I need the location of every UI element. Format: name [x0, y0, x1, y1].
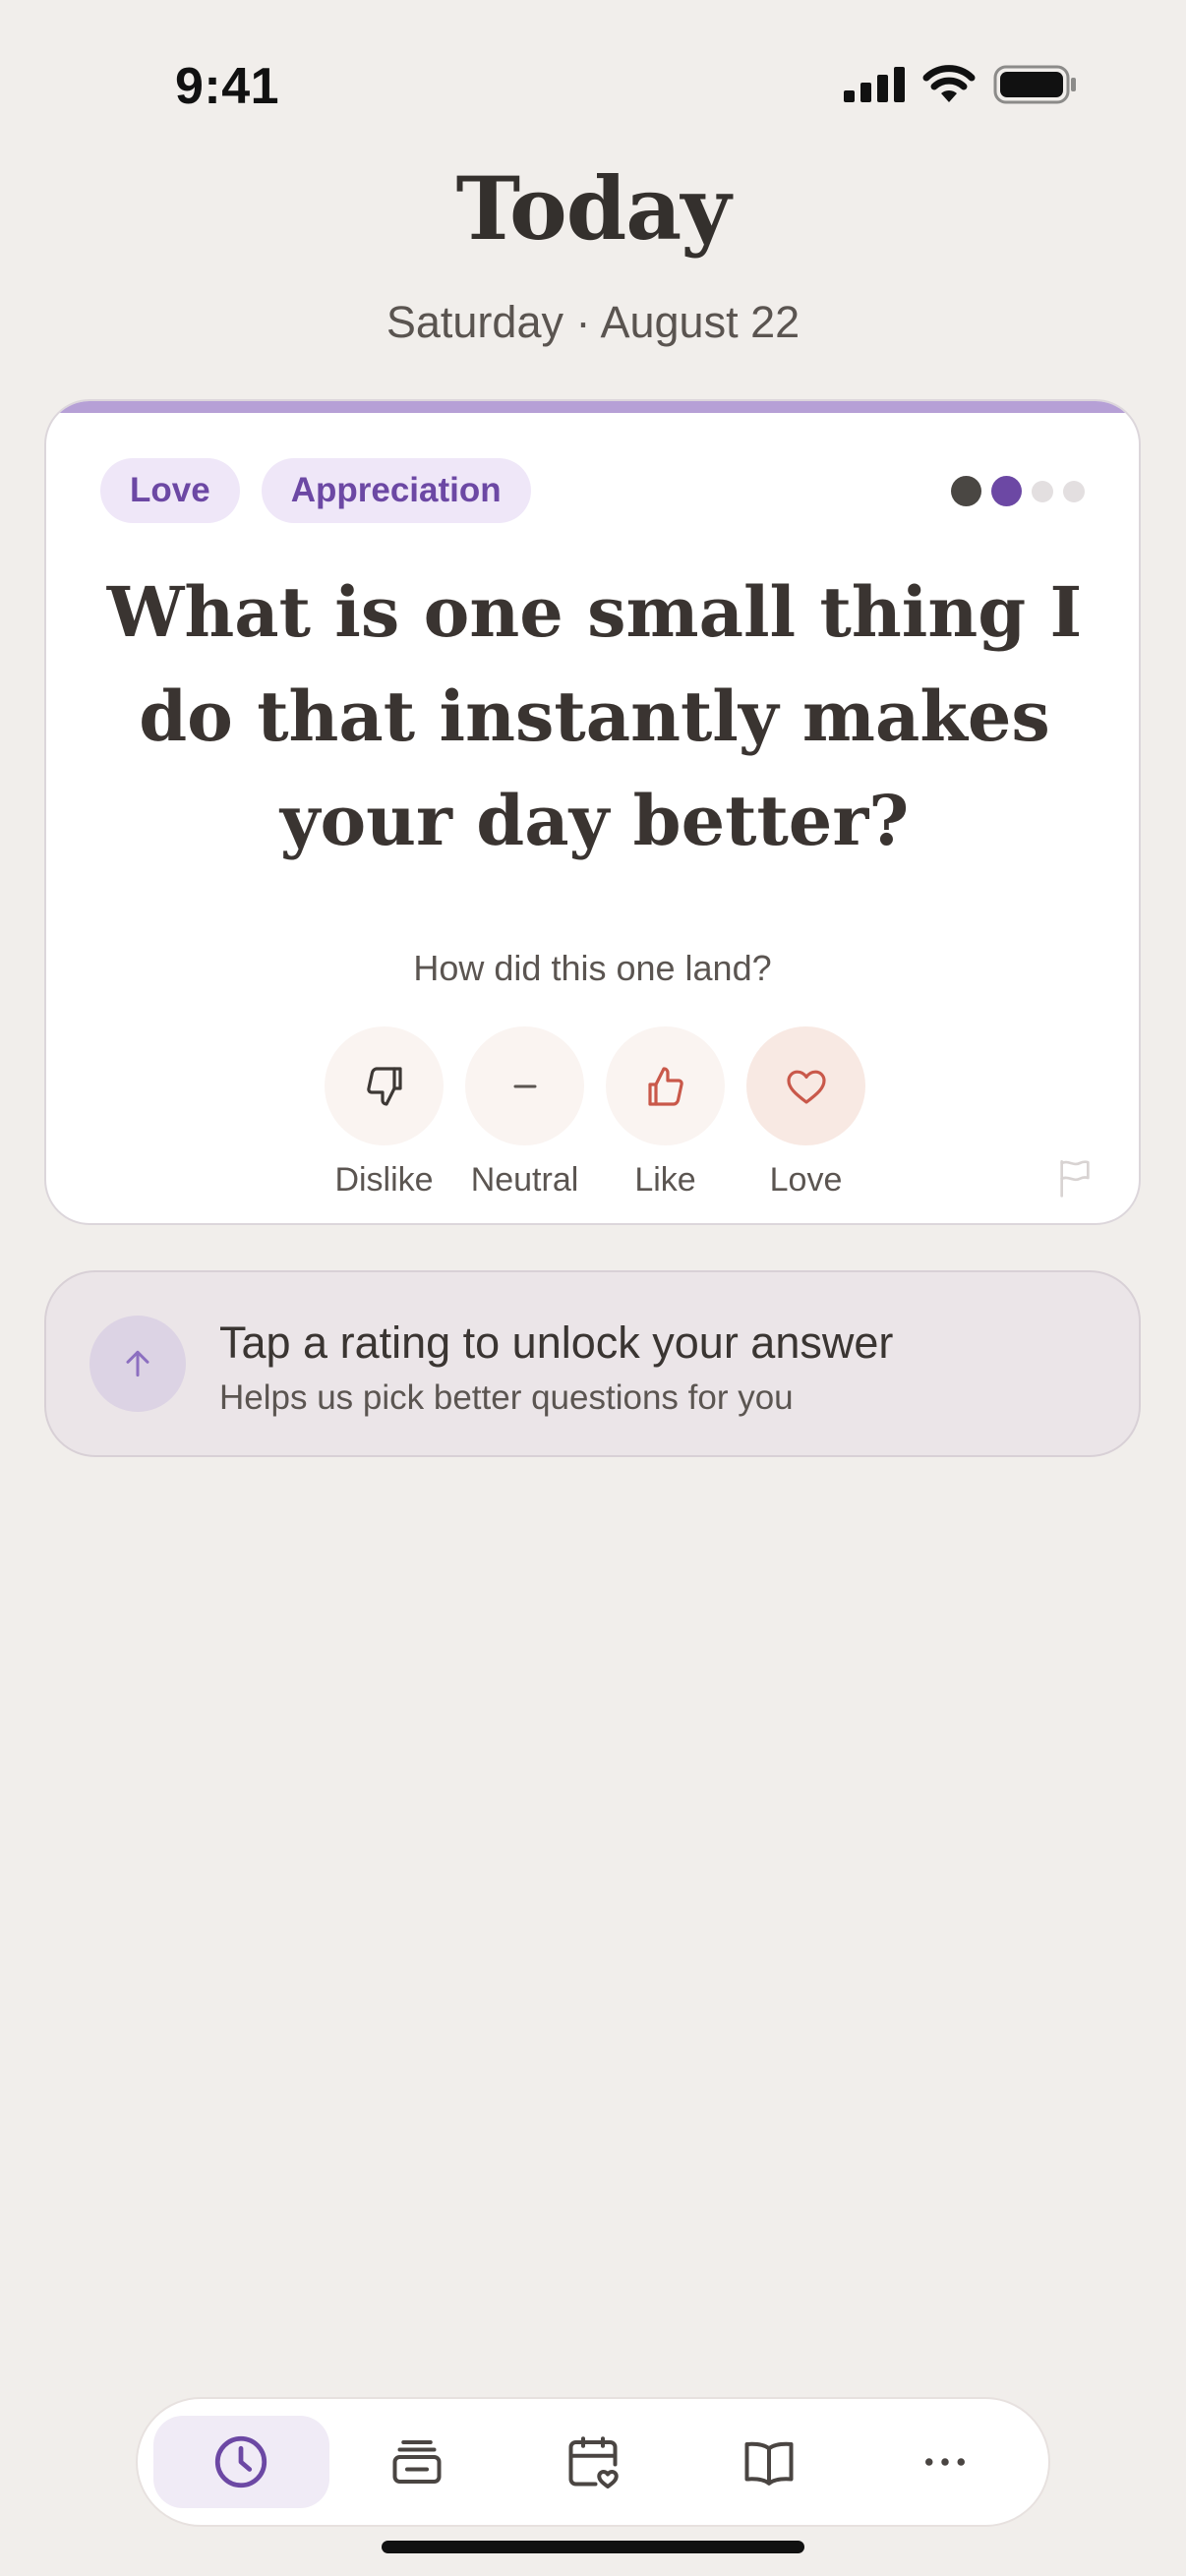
question-card: Love Appreciation What is one small thin… [44, 399, 1141, 1225]
clock-icon [215, 2435, 267, 2488]
status-icons [844, 65, 1078, 104]
calendar-heart-icon [568, 2436, 619, 2488]
progress-dot-4 [1063, 480, 1085, 502]
minus-icon [513, 1084, 536, 1087]
rating-like-label: Like [634, 1161, 696, 1199]
rating-prompt: How did this one land? [413, 948, 772, 988]
progress-dot-1 [951, 476, 981, 506]
rating-love-label: Love [769, 1161, 843, 1199]
page-title: Today [455, 157, 732, 260]
progress-dots [951, 476, 1085, 506]
home-indicator [382, 2541, 804, 2553]
tag-love[interactable]: Love [100, 458, 240, 523]
status-time: 9:41 [175, 58, 280, 115]
rating-dislike-button[interactable]: Dislike [325, 1026, 444, 1200]
report-flag-button[interactable] [1055, 1156, 1095, 1204]
rating-love-button[interactable]: Love [746, 1026, 865, 1200]
tab-calendar[interactable] [505, 2416, 682, 2508]
tab-journal[interactable] [681, 2416, 857, 2508]
card-accent-bar [46, 401, 1139, 413]
battery-icon [993, 65, 1076, 104]
more-dots-icon [924, 2458, 965, 2466]
rating-like-circle[interactable] [606, 1026, 725, 1145]
progress-dot-2 [991, 476, 1022, 506]
rating-neutral-circle[interactable] [465, 1026, 584, 1145]
inbox-stack-icon [392, 2440, 442, 2484]
unlock-hint-banner: Tap a rating to unlock your answer Helps… [44, 1270, 1141, 1457]
hint-subtitle: Helps us pick better questions for you [219, 1378, 794, 1417]
book-icon [744, 2441, 794, 2486]
wifi-icon [922, 65, 976, 102]
thumbs-up-icon [647, 1066, 683, 1106]
hint-title: Tap a rating to unlock your answer [219, 1317, 894, 1368]
rating-love-circle[interactable] [746, 1026, 865, 1145]
tab-inbox[interactable] [329, 2416, 505, 2508]
flag-icon [1060, 1160, 1090, 1198]
progress-dot-3 [1032, 480, 1053, 502]
tab-bar [136, 2397, 1050, 2527]
question-text: What is one small thing I do that instan… [106, 571, 1083, 861]
rating-like-button[interactable]: Like [606, 1026, 725, 1200]
hint-icon-circle [89, 1316, 186, 1412]
thumbs-down-icon [366, 1066, 402, 1106]
tab-today[interactable] [153, 2416, 329, 2508]
tab-more[interactable] [857, 2416, 1033, 2508]
heart-icon [786, 1070, 826, 1104]
tag-appreciation[interactable]: Appreciation [261, 458, 531, 523]
rating-neutral-button[interactable]: Neutral [465, 1026, 584, 1200]
rating-options: Dislike Neutral Like Love [325, 1026, 865, 1200]
rating-dislike-label: Dislike [334, 1161, 434, 1199]
signal-icon [844, 67, 905, 102]
page-date: Saturday · August 22 [385, 297, 801, 347]
tag-list: Love Appreciation [100, 458, 531, 523]
rating-dislike-circle[interactable] [325, 1026, 444, 1145]
arrow-up-icon [126, 1350, 149, 1377]
rating-neutral-label: Neutral [470, 1161, 579, 1199]
